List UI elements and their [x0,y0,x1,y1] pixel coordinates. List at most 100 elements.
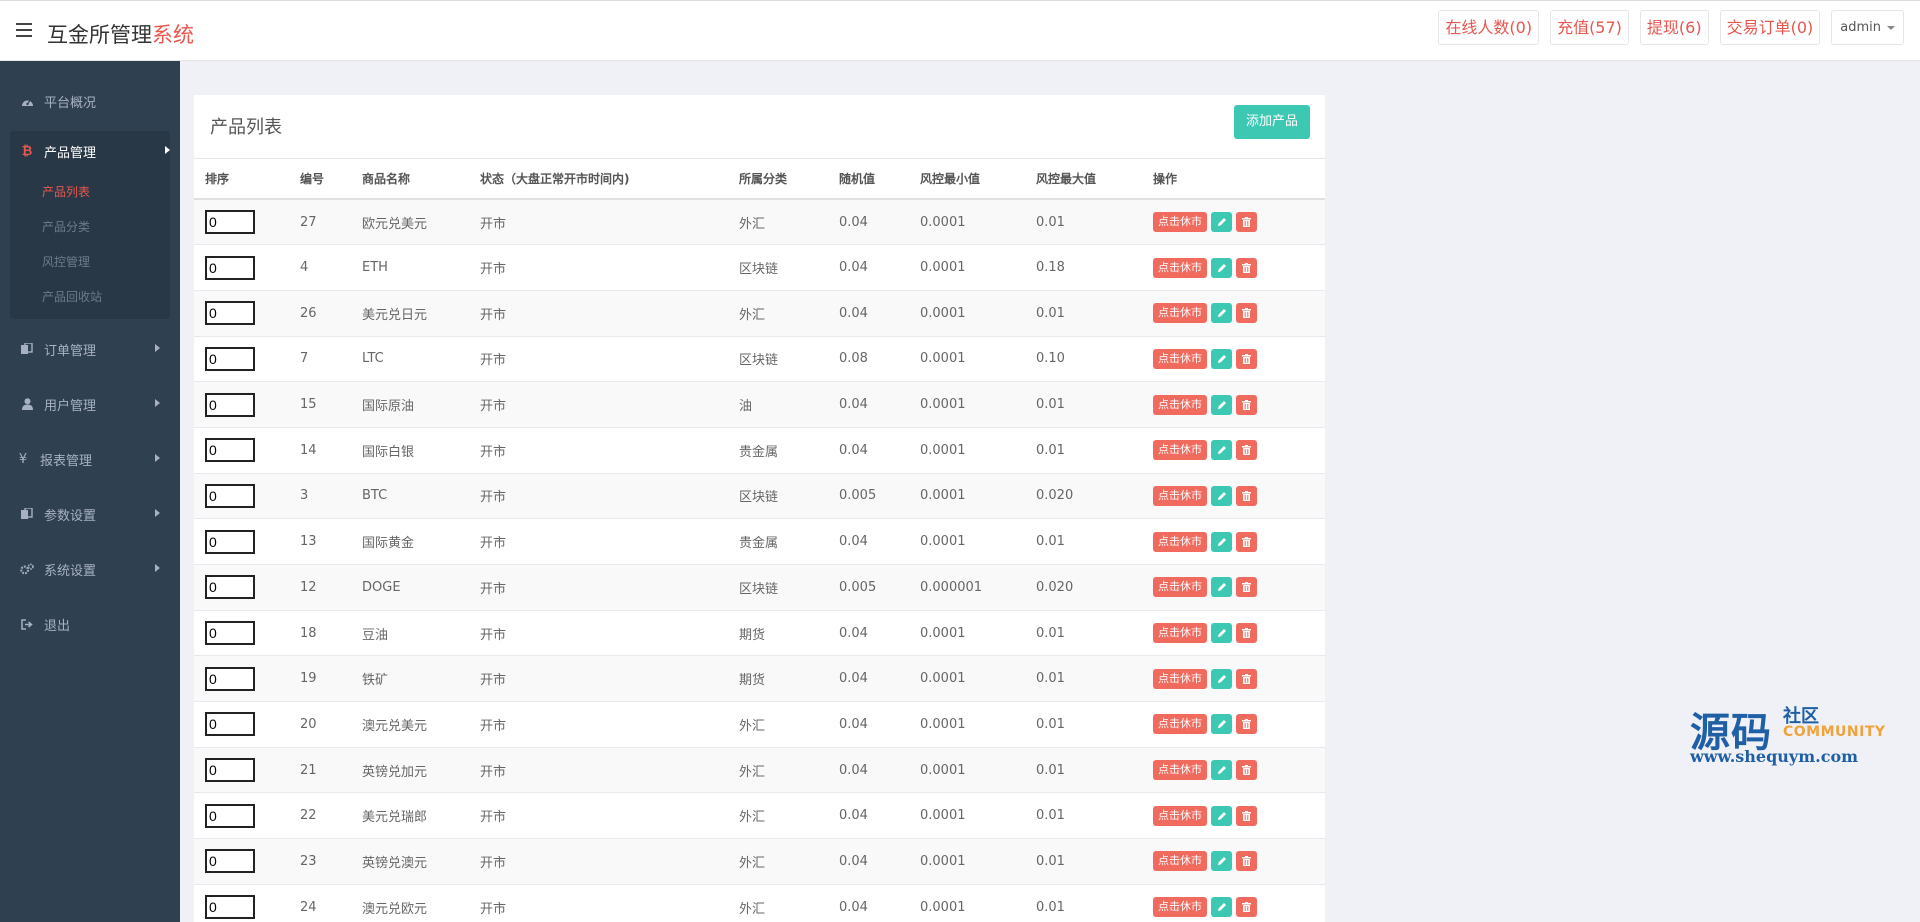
sort-input[interactable] [205,895,255,920]
sort-input[interactable] [205,758,255,783]
sort-input[interactable] [205,392,255,417]
trash-icon[interactable] [1236,212,1257,233]
ops-cell: 点击休市 [1142,701,1325,748]
trash-icon[interactable] [1236,394,1257,415]
sort-input[interactable] [205,712,255,737]
close-market-button[interactable]: 点击休市 [1153,257,1207,278]
close-market-button[interactable]: 点击休市 [1153,577,1207,598]
sort-input[interactable] [205,210,255,235]
add-product-button[interactable]: 添加产品 [1233,105,1310,139]
sidebar-item-logout[interactable]: 退出 [0,604,180,644]
sort-input[interactable] [205,621,255,646]
sort-cell [194,884,289,922]
close-market-button[interactable]: 点击休市 [1153,485,1207,506]
max-cell: 0.01 [1025,838,1142,885]
close-market-button[interactable]: 点击休市 [1153,805,1207,826]
sort-input[interactable] [205,666,255,691]
close-market-button[interactable]: 点击休市 [1153,760,1207,781]
chevron-right-icon [155,509,160,517]
sort-input[interactable] [205,483,255,508]
ops-cell: 点击休市 [1142,655,1325,703]
max-cell: 0.10 [1025,336,1142,383]
edit-icon[interactable] [1211,257,1232,278]
close-market-button[interactable]: 点击休市 [1153,394,1207,415]
close-market-button[interactable]: 点击休市 [1153,623,1207,644]
trash-icon[interactable] [1236,531,1257,552]
id-cell: 18 [289,610,351,657]
trash-icon[interactable] [1236,577,1257,598]
trash-icon[interactable] [1236,897,1257,918]
sort-input[interactable] [205,575,255,600]
edit-icon[interactable] [1211,760,1232,781]
close-market-button[interactable]: 点击休市 [1153,714,1207,735]
close-market-button[interactable]: 点击休市 [1153,440,1207,461]
online-users-button[interactable]: 在线人数(0) [1438,10,1540,45]
subitem-product-list[interactable]: 产品列表 [10,175,170,210]
id-cell: 15 [289,381,351,428]
edit-icon[interactable] [1211,212,1232,233]
trash-icon[interactable] [1236,623,1257,644]
sidebar-item-params[interactable]: 参数设置 [0,494,180,534]
edit-icon[interactable] [1211,805,1232,826]
edit-icon[interactable] [1211,440,1232,461]
close-market-button[interactable]: 点击休市 [1153,303,1207,324]
edit-icon[interactable] [1211,897,1232,918]
sidebar-item-reports[interactable]: ¥ 报表管理 [0,439,180,479]
sidebar-item-products[interactable]: ₿ 产品管理 [0,131,180,171]
edit-icon[interactable] [1211,851,1232,872]
subitem-product-category[interactable]: 产品分类 [10,210,170,245]
edit-icon[interactable] [1211,531,1232,552]
sidebar-item-users[interactable]: 用户管理 [0,384,180,424]
trash-icon[interactable] [1236,485,1257,506]
sort-input[interactable] [205,255,255,280]
id-cell: 13 [289,518,351,565]
sidebar-item-orders[interactable]: 订单管理 [0,329,180,369]
subitem-risk-control[interactable]: 风控管理 [10,245,170,280]
trash-icon[interactable] [1236,760,1257,781]
user-menu[interactable]: admin [1831,10,1904,45]
close-market-button[interactable]: 点击休市 [1153,851,1207,872]
row-actions: 点击休市 [1153,851,1325,872]
edit-icon[interactable] [1211,577,1232,598]
category-cell: 区块链 [728,336,828,383]
edit-icon[interactable] [1211,348,1232,369]
trash-icon[interactable] [1236,303,1257,324]
edit-icon[interactable] [1211,668,1232,689]
close-market-button[interactable]: 点击休市 [1153,348,1207,369]
sort-input[interactable] [205,803,255,828]
edit-icon[interactable] [1211,485,1232,506]
trash-icon[interactable] [1236,440,1257,461]
sort-input[interactable] [205,529,255,554]
chevron-right-icon [165,146,170,154]
sidebar-item-system[interactable]: 系统设置 [0,549,180,589]
trash-icon[interactable] [1236,714,1257,735]
close-market-button[interactable]: 点击休市 [1153,668,1207,689]
trash-icon[interactable] [1236,668,1257,689]
edit-icon[interactable] [1211,623,1232,644]
sort-input[interactable] [205,346,255,371]
category-cell: 贵金属 [728,427,828,474]
max-cell: 0.020 [1025,473,1142,520]
close-market-button[interactable]: 点击休市 [1153,531,1207,552]
sort-cell [194,427,289,474]
edit-icon[interactable] [1211,714,1232,735]
trash-icon[interactable] [1236,257,1257,278]
recharge-button[interactable]: 充值(57) [1550,10,1629,45]
trash-icon[interactable] [1236,348,1257,369]
menu-toggle-icon[interactable] [16,23,32,37]
sidebar-item-overview[interactable]: 平台概况 [0,81,180,121]
trash-icon[interactable] [1236,851,1257,872]
sort-input[interactable] [205,438,255,463]
edit-icon[interactable] [1211,303,1232,324]
sort-input[interactable] [205,849,255,874]
close-market-button[interactable]: 点击休市 [1153,212,1207,233]
edit-icon[interactable] [1211,394,1232,415]
trash-icon[interactable] [1236,805,1257,826]
close-market-button[interactable]: 点击休市 [1153,897,1207,918]
withdraw-button[interactable]: 提现(6) [1639,10,1709,45]
min-cell: 0.0001 [909,747,1025,794]
sort-input[interactable] [205,301,255,326]
trade-orders-button[interactable]: 交易订单(0) [1719,10,1821,45]
subitem-recycle-bin[interactable]: 产品回收站 [10,280,170,315]
ops-cell: 点击休市 [1142,473,1325,520]
